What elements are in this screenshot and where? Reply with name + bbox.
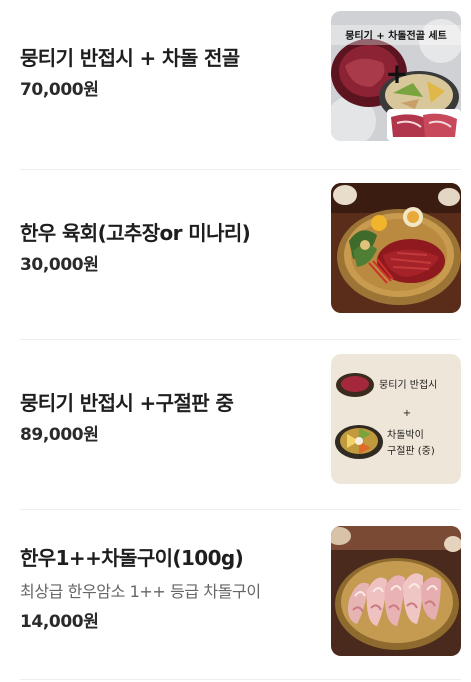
photo-caption-line1: 뭉티기 반접시 <box>379 379 437 391</box>
photo-plus-sign: + <box>385 57 408 90</box>
menu-item-1[interactable]: 뭉티기 반접시 + 차돌 전골 70,000원 뭉티기 + 차돌전골 세트 + <box>0 0 471 170</box>
menu-item-info: 뭉티기 반접시 + 차돌 전골 70,000원 <box>20 46 310 100</box>
menu-item-info: 한우1++차돌구이(100g) 최상급 한우암소 1++ 등급 차돌구이 14,… <box>20 546 310 632</box>
menu-item-photo <box>331 183 461 313</box>
menu-item-price: 70,000원 <box>20 80 99 100</box>
menu-item-photo: 뭉티기 반접시 + 차돌박이 구절판 (중) <box>331 354 461 484</box>
menu-item-price: 14,000원 <box>20 612 99 632</box>
menu-item-price: 89,000원 <box>20 425 99 445</box>
menu-item-3[interactable]: 뭉티기 반접시 +구절판 중 89,000원 뭉티기 반접시 + 차돌박이 구절… <box>0 340 471 510</box>
menu-item-name: 뭉티기 반접시 +구절판 중 <box>20 391 234 415</box>
menu-item-info: 한우 육회(고추장or 미나리) 30,000원 <box>20 221 310 275</box>
photo-caption-line2: 차돌박이 <box>387 429 424 441</box>
divider <box>20 679 461 680</box>
menu-item-price: 30,000원 <box>20 255 99 275</box>
menu-item-2[interactable]: 한우 육회(고추장or 미나리) 30,000원 <box>0 170 471 340</box>
menu-item-info: 뭉티기 반접시 +구절판 중 89,000원 <box>20 391 310 445</box>
photo-plus-sign: + <box>403 408 411 419</box>
menu-item-name: 한우 육회(고추장or 미나리) <box>20 221 251 245</box>
menu-item-photo: 뭉티기 + 차돌전골 세트 + <box>331 11 461 141</box>
menu-item-4[interactable]: 한우1++차돌구이(100g) 최상급 한우암소 1++ 등급 차돌구이 14,… <box>0 510 471 680</box>
menu-item-description: 최상급 한우암소 1++ 등급 차돌구이 <box>20 582 261 601</box>
menu-item-photo <box>331 526 461 656</box>
menu-list: 뭉티기 반접시 + 차돌 전골 70,000원 뭉티기 + 차돌전골 세트 + … <box>0 0 471 682</box>
menu-item-name: 뭉티기 반접시 + 차돌 전골 <box>20 46 240 70</box>
photo-caption-line3: 구절판 (중) <box>387 444 435 457</box>
menu-item-name: 한우1++차돌구이(100g) <box>20 546 244 570</box>
photo-caption: 뭉티기 + 차돌전골 세트 <box>345 29 447 42</box>
